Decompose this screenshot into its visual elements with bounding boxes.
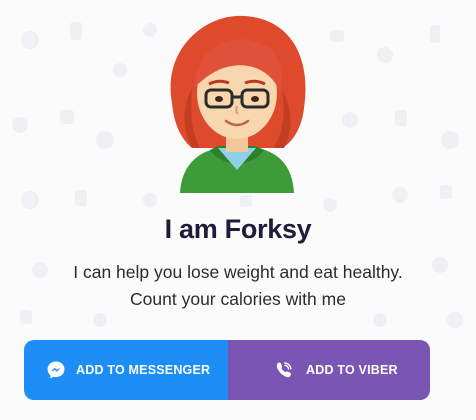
messenger-button-label: ADD TO MESSENGER bbox=[76, 363, 211, 377]
viber-button-label: ADD TO VIBER bbox=[306, 363, 398, 377]
messenger-icon bbox=[46, 360, 66, 380]
add-to-viber-button[interactable]: ADD TO VIBER bbox=[228, 340, 430, 400]
subtitle-line-2: Count your calories with me bbox=[130, 289, 346, 309]
landing-page: I am Forksy I can help you lose weight a… bbox=[0, 0, 476, 420]
add-to-messenger-button[interactable]: ADD TO MESSENGER bbox=[24, 340, 228, 400]
viber-icon bbox=[274, 360, 294, 380]
forksy-avatar bbox=[152, 8, 322, 193]
subtitle-line-1: I can help you lose weight and eat healt… bbox=[73, 262, 403, 282]
page-title: I am Forksy bbox=[164, 214, 312, 244]
